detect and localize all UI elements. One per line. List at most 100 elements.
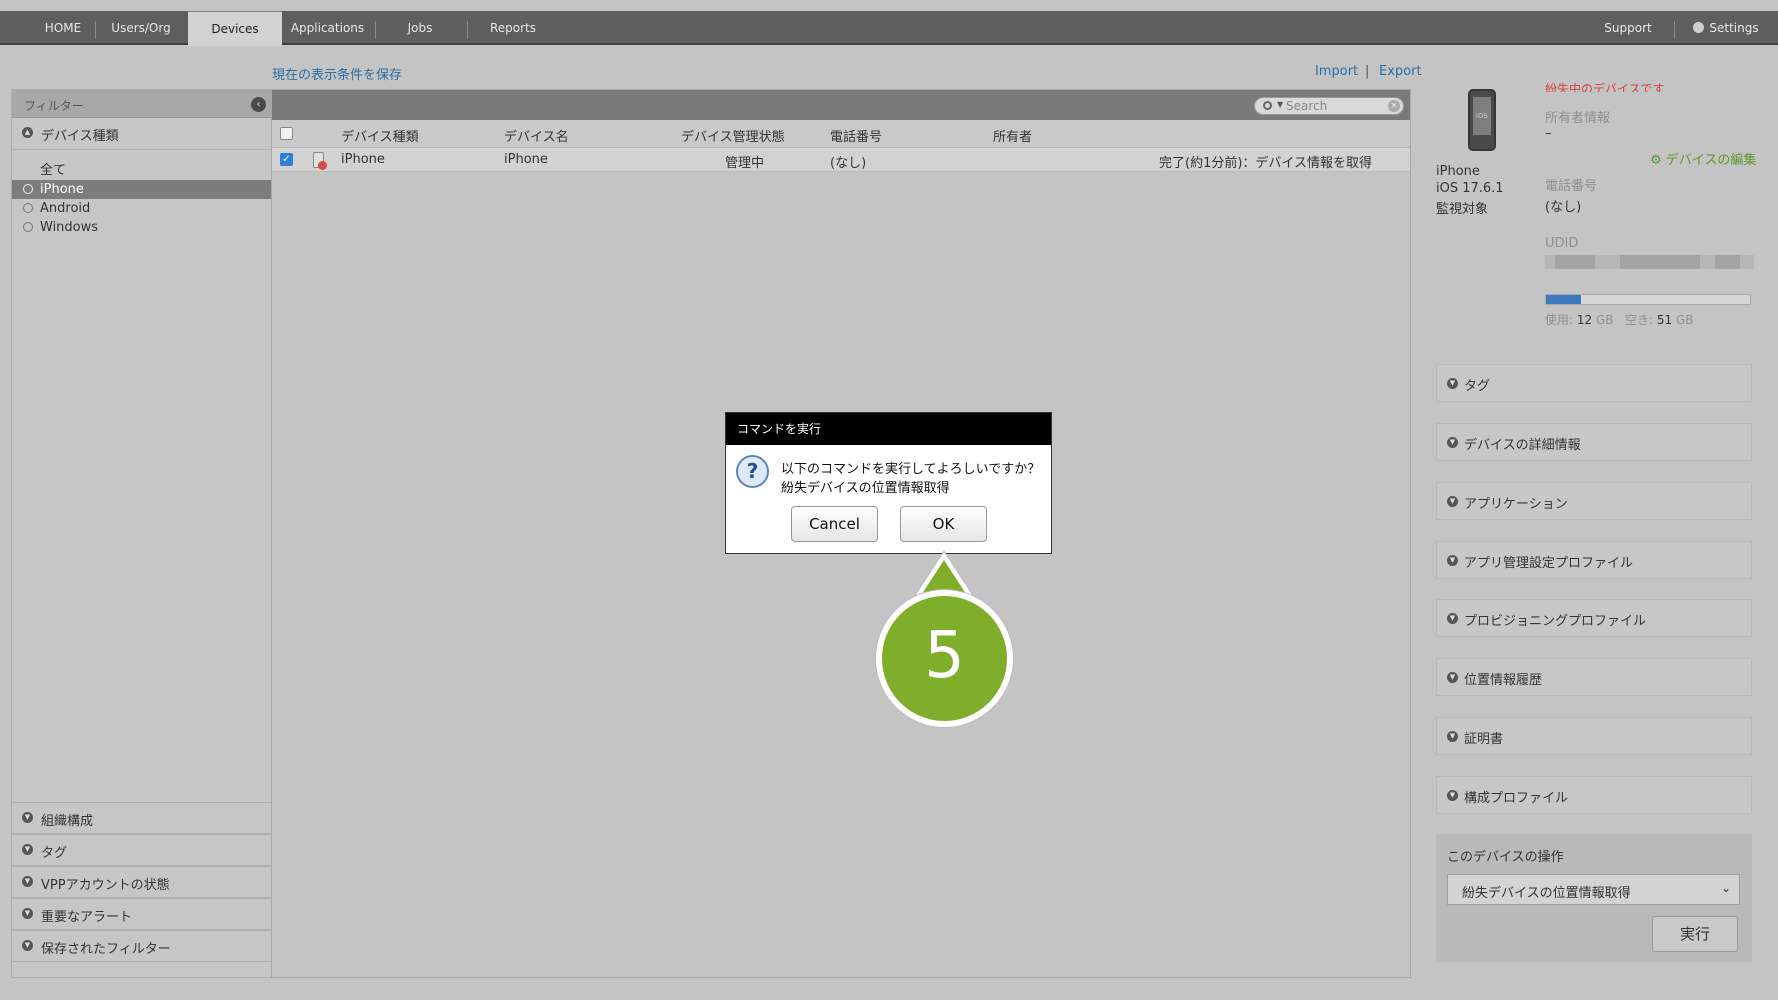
tab-applications[interactable]: Applications [285, 11, 370, 45]
chevron-down-icon: ▼ [22, 908, 33, 919]
tab-jobs[interactable]: Jobs [382, 11, 458, 45]
top-nav: HOME Users/Org Devices Applications Jobs… [0, 11, 1778, 46]
alerts-section[interactable]: ▼ 重要なアラート [12, 898, 271, 930]
chevron-down-icon: ▼ [1447, 437, 1458, 448]
section-config-profiles[interactable]: ▼ 構成プロファイル [1436, 776, 1752, 814]
phone-value: (なし) [1545, 200, 1582, 215]
storage-unit: GB [1595, 313, 1614, 327]
tab-home[interactable]: HOME [22, 11, 104, 45]
section-label: アプリケーション [1464, 497, 1568, 512]
run-button[interactable]: 実行 [1652, 916, 1738, 952]
redaction-block [1620, 255, 1700, 269]
ok-button[interactable]: OK [900, 506, 987, 542]
chevron-down-icon: ▼ [1447, 378, 1458, 389]
dialog-command: 紛失デバイスの位置情報取得 [781, 481, 950, 496]
sidebar-item-all[interactable]: 全て [12, 161, 271, 180]
saved-filters-section[interactable]: ▼ 保存されたフィルター [12, 930, 271, 962]
cell-phone: (なし) [830, 156, 867, 171]
chevron-down-icon: ▼ [1447, 555, 1458, 566]
command-select[interactable]: 紛失デバイスの位置情報取得 ⌄ [1447, 874, 1740, 905]
edit-device-label: デバイスの編集 [1665, 153, 1757, 168]
chevron-down-icon: ▼ [1447, 613, 1458, 624]
section-location-history[interactable]: ▼ 位置情報履歴 [1436, 658, 1752, 696]
select-all-checkbox[interactable] [280, 127, 293, 140]
phone-label: 電話番号 [1545, 179, 1598, 194]
clear-search-icon[interactable]: × [1388, 100, 1400, 112]
filter-title: フィルター [24, 99, 84, 113]
col-management-state[interactable]: デバイス管理状態 [681, 126, 785, 145]
section-applications[interactable]: ▼ アプリケーション [1436, 482, 1752, 520]
section-device-details[interactable]: ▼ デバイスの詳細情報 [1436, 423, 1752, 461]
sidebar-item-label: Android [40, 201, 91, 216]
section-label: VPPアカウントの状態 [41, 878, 170, 893]
action-separator: | [1365, 64, 1370, 79]
dialog-message: 以下のコマンドを実行してよろしいですか？ [781, 462, 1041, 477]
save-view-link[interactable]: 現在の表示条件を保存 [272, 64, 402, 83]
section-label: デバイスの詳細情報 [1464, 438, 1581, 453]
storage-used-fill [1546, 295, 1581, 304]
chevron-down-icon: ▼ [22, 940, 33, 951]
storage-used-value: 12 [1576, 313, 1593, 327]
chevron-down-icon: ⌄ [1720, 881, 1731, 895]
org-structure-section[interactable]: ▼ 組織構成 [12, 802, 271, 834]
vpp-section[interactable]: ▼ VPPアカウントの状態 [12, 866, 271, 898]
ops-title: このデバイスの操作 [1447, 850, 1564, 865]
tab-reports[interactable]: Reports [474, 11, 552, 45]
col-phone[interactable]: 電話番号 [830, 126, 882, 145]
tag-section[interactable]: ▼ タグ [12, 834, 271, 866]
redaction-block [1715, 255, 1740, 269]
section-label: 証明書 [1464, 732, 1504, 747]
search-input[interactable]: ▼ Search × [1254, 97, 1404, 115]
gear-icon [1693, 22, 1705, 33]
col-device-name[interactable]: デバイス名 [504, 126, 569, 145]
support-link[interactable]: Support [1590, 11, 1666, 45]
sidebar-item-android[interactable]: Android [12, 199, 271, 218]
section-app-config-profiles[interactable]: ▼ アプリ管理設定プロファイル [1436, 541, 1752, 579]
udid-redacted [1545, 255, 1754, 269]
device-model: iPhone [1436, 164, 1480, 179]
cell-management-state: 管理中 [725, 156, 765, 171]
edit-device-link[interactable]: ⚙ デバイスの編集 [1650, 149, 1756, 168]
filter-header: フィルター ‹ [12, 90, 271, 118]
section-provisioning-profiles[interactable]: ▼ プロビジョニングプロファイル [1436, 599, 1752, 637]
device-icon [313, 152, 327, 170]
search-icon [1263, 101, 1272, 110]
section-tags[interactable]: ▼ タグ [1436, 364, 1752, 402]
question-icon: ? [736, 455, 769, 488]
section-label: 組織構成 [41, 814, 94, 829]
tab-users-org[interactable]: Users/Org [102, 11, 180, 45]
chevron-down-icon: ▼ [1447, 672, 1458, 683]
section-label: 重要なアラート [41, 910, 133, 925]
col-owner[interactable]: 所有者 [993, 126, 1032, 145]
storage-free-label: 空き: [1624, 313, 1654, 327]
storage-used-label: 使用: [1545, 313, 1574, 327]
table-row[interactable]: ✓ iPhone iPhone 管理中 (なし) 完了(約1分前)：デバイス情報… [272, 148, 1410, 172]
nav-divider [375, 21, 376, 39]
section-label: 位置情報履歴 [1464, 673, 1543, 688]
lost-notice: 紛失中のデバイスです [1545, 82, 1665, 92]
search-placeholder: Search [1286, 99, 1328, 113]
device-type-section[interactable]: ▲ デバイス種類 [12, 118, 271, 150]
section-certificates[interactable]: ▼ 証明書 [1436, 717, 1752, 755]
sidebar-item-iphone[interactable]: iPhone [12, 180, 271, 199]
chevron-down-icon: ▼ [1447, 790, 1458, 801]
cancel-button[interactable]: Cancel [791, 506, 878, 542]
search-options-icon[interactable]: ▼ [1277, 100, 1283, 109]
redaction-block [1555, 255, 1595, 269]
import-link[interactable]: Import [1315, 64, 1358, 79]
collapse-sidebar-button[interactable]: ‹ [251, 97, 266, 112]
chevron-down-icon: ▼ [22, 812, 33, 823]
settings-link[interactable]: Settings [1686, 11, 1766, 45]
ios-logo: iOS [1473, 97, 1491, 135]
sidebar-item-label: Windows [40, 220, 99, 235]
owner-value: – [1545, 126, 1552, 141]
chevron-down-icon: ▼ [22, 844, 33, 855]
sidebar-item-windows[interactable]: Windows [12, 218, 271, 237]
confirm-dialog: コマンドを実行 ? 以下のコマンドを実行してよろしいですか？ 紛失デバイスの位置… [725, 412, 1052, 554]
row-checkbox[interactable]: ✓ [280, 153, 293, 166]
export-link[interactable]: Export [1379, 64, 1422, 79]
section-label: プロビジョニングプロファイル [1464, 614, 1647, 629]
tab-devices[interactable]: Devices [188, 11, 282, 46]
os-version: iOS 17.6.1 [1436, 181, 1504, 196]
col-device-type[interactable]: デバイス種類 [341, 126, 419, 145]
